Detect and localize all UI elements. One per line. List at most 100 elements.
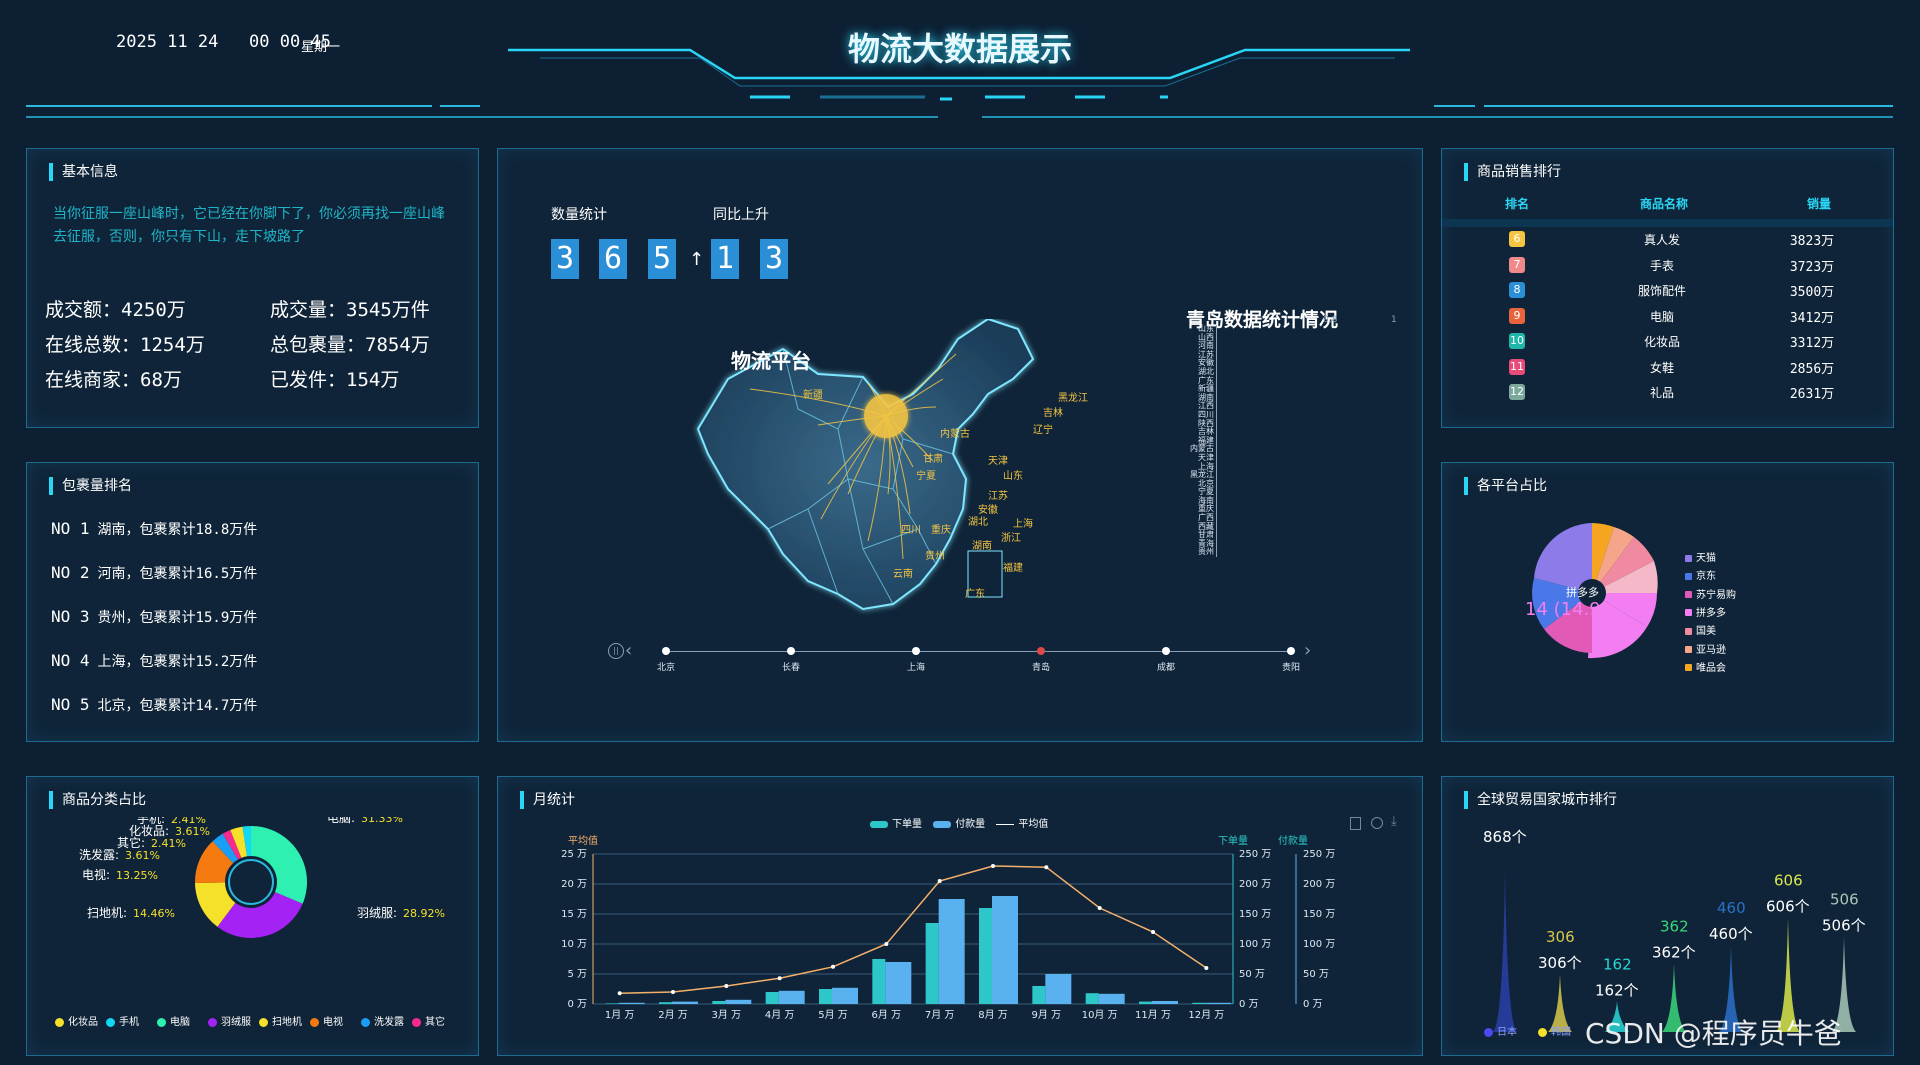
avg-point[interactable] bbox=[724, 984, 729, 988]
legend-swatch bbox=[106, 1017, 115, 1027]
platform-rose-chart bbox=[1532, 523, 1658, 659]
timeline-dot[interactable] bbox=[662, 647, 670, 655]
bar-pay[interactable] bbox=[992, 896, 1018, 1004]
x-tick: 9月 万 bbox=[1032, 1009, 1062, 1021]
product-name: 礼品 bbox=[1649, 386, 1674, 400]
bar-order[interactable] bbox=[1139, 1001, 1152, 1004]
bar-order[interactable] bbox=[872, 959, 886, 1004]
platform-legend-item[interactable]: 京东 bbox=[1685, 567, 1716, 582]
avg-point[interactable] bbox=[884, 942, 889, 946]
avg-point[interactable] bbox=[991, 864, 995, 868]
legend-swatch bbox=[412, 1017, 421, 1027]
timeline-label[interactable]: 长春 bbox=[771, 660, 811, 673]
avg-point[interactable] bbox=[1097, 906, 1102, 910]
avg-point[interactable] bbox=[671, 990, 675, 994]
timeline-label[interactable]: 北京 bbox=[646, 660, 686, 673]
map-title: 物流平台 bbox=[731, 349, 811, 373]
city-marker: 新疆 bbox=[803, 390, 823, 401]
bar-pay[interactable] bbox=[832, 987, 858, 1004]
city-marker: 宁夏 bbox=[916, 471, 936, 482]
platform-legend-item[interactable]: 天猫 bbox=[1685, 549, 1716, 564]
timeline-dot[interactable] bbox=[1037, 647, 1045, 655]
bar-pay[interactable] bbox=[672, 1001, 698, 1004]
bar-pay[interactable] bbox=[1098, 993, 1125, 1004]
platform-legend-item[interactable]: 亚马逊 bbox=[1685, 641, 1726, 656]
timeline-label[interactable]: 青岛 bbox=[1021, 660, 1061, 673]
timeline-dot[interactable] bbox=[1287, 647, 1295, 655]
bar-order[interactable] bbox=[712, 1001, 726, 1004]
avg-point[interactable] bbox=[1044, 865, 1049, 870]
platform-legend-item[interactable]: 拼多多 bbox=[1685, 604, 1726, 619]
platform-legend-item[interactable]: 国美 bbox=[1685, 622, 1716, 637]
bar-order[interactable] bbox=[1032, 986, 1046, 1004]
avg-point[interactable] bbox=[937, 879, 942, 883]
bar-pay[interactable] bbox=[618, 1002, 645, 1004]
info-deal-amount: 成交额：4250万 bbox=[45, 299, 186, 321]
city-marker: 安徽 bbox=[978, 505, 998, 516]
page-title: 物流大数据展示 bbox=[847, 30, 1072, 68]
bar-order[interactable] bbox=[819, 989, 832, 1004]
avg-point[interactable] bbox=[617, 991, 622, 996]
category-legend-item[interactable]: 电视 bbox=[310, 1013, 343, 1028]
platform-legend-item[interactable]: 唯品会 bbox=[1685, 659, 1726, 674]
platform-legend-item[interactable]: 苏宁易购 bbox=[1685, 586, 1736, 601]
timeline-label[interactable]: 成都 bbox=[1146, 660, 1186, 673]
bar-order[interactable] bbox=[765, 992, 779, 1004]
timeline-dot[interactable] bbox=[1162, 647, 1170, 655]
category-legend-item[interactable]: 扫地机 bbox=[259, 1013, 302, 1028]
table-header-divider bbox=[1442, 219, 1893, 227]
product-sales: 2856万 bbox=[1789, 361, 1835, 377]
timeline-label[interactable]: 贵阳 bbox=[1271, 660, 1311, 673]
timeline-next-icon[interactable]: › bbox=[1304, 640, 1311, 661]
product-sales: 3723万 bbox=[1789, 259, 1835, 275]
play-button[interactable]: || bbox=[608, 643, 624, 659]
bar-pay[interactable] bbox=[885, 962, 912, 1004]
bar-pay[interactable] bbox=[778, 990, 805, 1004]
avg-point[interactable] bbox=[777, 976, 782, 981]
avg-point[interactable] bbox=[831, 964, 835, 969]
bar-order[interactable] bbox=[1192, 1002, 1206, 1004]
avg-point[interactable] bbox=[1204, 966, 1209, 970]
bar-pay[interactable] bbox=[1205, 1002, 1232, 1004]
bar-pay[interactable] bbox=[938, 899, 965, 1004]
legend-swatch bbox=[1685, 627, 1692, 635]
bar-pay[interactable] bbox=[1152, 1001, 1178, 1004]
x-tick: 4月 万 bbox=[765, 1009, 795, 1021]
timeline-label[interactable]: 上海 bbox=[896, 660, 936, 673]
avg-point[interactable] bbox=[1151, 930, 1155, 934]
platform-center-value: 14 (14.9%) bbox=[1525, 599, 1625, 620]
timeline-dot[interactable] bbox=[787, 647, 795, 655]
bar-order[interactable] bbox=[1085, 993, 1099, 1004]
pie-slice[interactable] bbox=[251, 826, 307, 904]
legend-label: 韩国 bbox=[1551, 1027, 1571, 1038]
category-pie-chart: 电脑: 31.33% 羽绒服: 28.92% 扫地机: 14.46% 电视: 13.25% 洗发… bbox=[79, 817, 445, 938]
sales-table-body: 6 真人发 3823万 7 手表 3723万 8 服饰配件 3500万 9 电脑 3412万 10 化妆品… bbox=[1442, 227, 1893, 407]
bar-order[interactable] bbox=[979, 908, 992, 1004]
stat-axis-value: 1 bbox=[1391, 315, 1397, 325]
category-legend-item[interactable]: 羽绒服 bbox=[208, 1013, 251, 1028]
category-legend-item[interactable]: 化妆品 bbox=[55, 1013, 98, 1028]
rank-badge: 9 bbox=[1509, 307, 1525, 324]
bar-pay[interactable] bbox=[1045, 974, 1072, 1004]
trade-legend-item[interactable]: 韩国 bbox=[1538, 1023, 1571, 1038]
bar-order[interactable] bbox=[925, 923, 939, 1004]
legend-swatch bbox=[1538, 1027, 1547, 1037]
province-list: 山东 山西 河南 江苏 安徽 湖北 广东 新疆 湖南 江西 四川 陕西 吉林 福建 内蒙古 天津 上海 黑龙江 北京… bbox=[1182, 324, 1214, 557]
y-tick-right: 250 万 bbox=[1239, 849, 1271, 860]
trade-legend-item[interactable]: 日本 bbox=[1484, 1023, 1517, 1038]
category-legend-item[interactable]: 其它 bbox=[412, 1013, 445, 1028]
timeline-dot[interactable] bbox=[912, 647, 920, 655]
trade-spike[interactable] bbox=[1493, 868, 1517, 1032]
category-legend-item[interactable]: 洗发露 bbox=[361, 1013, 404, 1028]
timeline-prev-icon[interactable]: ‹ bbox=[625, 640, 632, 661]
category-legend-item[interactable]: 手机 bbox=[106, 1013, 139, 1028]
table-row: 6 真人发 3823万 bbox=[1442, 227, 1893, 253]
package-rank-item: NO 5 北京，包裹累计14.7万件 bbox=[51, 695, 258, 714]
bar-pay[interactable] bbox=[725, 999, 752, 1004]
trade-value-label: 162个 bbox=[1595, 981, 1639, 999]
package-rank-item: NO 2 河南，包裹累计16.5万件 bbox=[51, 563, 258, 582]
bar-order[interactable] bbox=[605, 1003, 619, 1004]
y-tick-right: 150 万 bbox=[1239, 909, 1271, 920]
bar-order[interactable] bbox=[659, 1002, 672, 1004]
category-legend-item[interactable]: 电脑 bbox=[157, 1013, 190, 1028]
